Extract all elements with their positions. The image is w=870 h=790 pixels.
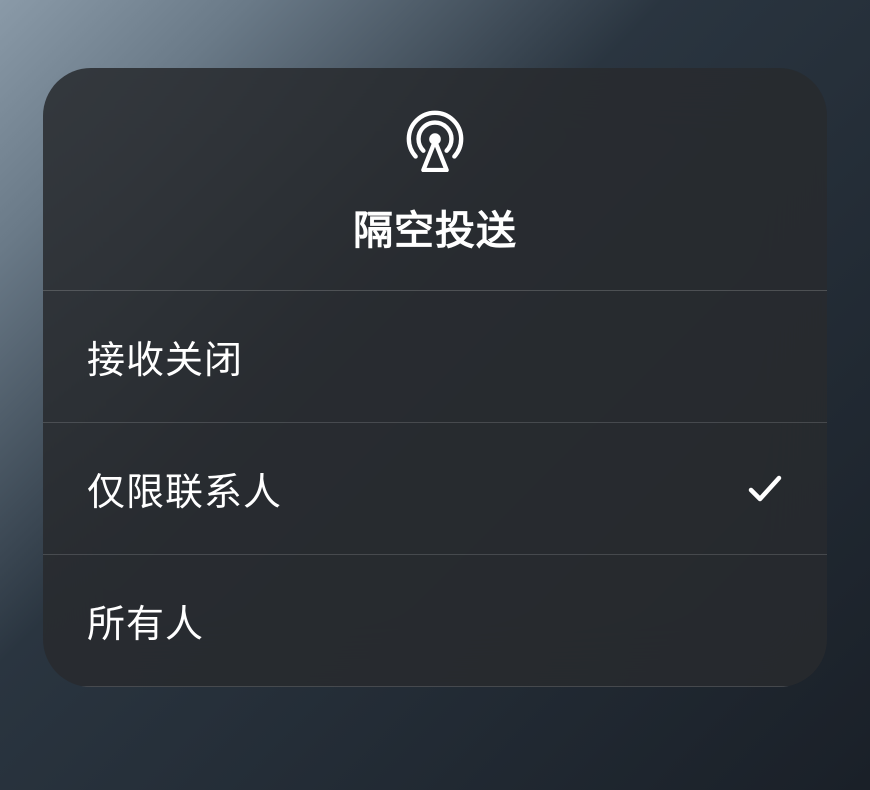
airdrop-settings-panel: 隔空投送 接收关闭 仅限联系人 所有人: [43, 68, 827, 687]
panel-title: 隔空投送: [353, 198, 517, 256]
checkmark-icon: [747, 471, 783, 507]
panel-header: 隔空投送: [43, 68, 827, 291]
option-label: 仅限联系人: [87, 461, 282, 516]
airdrop-options-list: 接收关闭 仅限联系人 所有人: [43, 291, 827, 687]
option-label: 接收关闭: [87, 329, 243, 384]
option-receiving-off[interactable]: 接收关闭: [43, 291, 827, 423]
option-everyone[interactable]: 所有人: [43, 555, 827, 687]
option-label: 所有人: [87, 593, 204, 648]
option-contacts-only[interactable]: 仅限联系人: [43, 423, 827, 555]
airdrop-icon: [404, 110, 466, 172]
